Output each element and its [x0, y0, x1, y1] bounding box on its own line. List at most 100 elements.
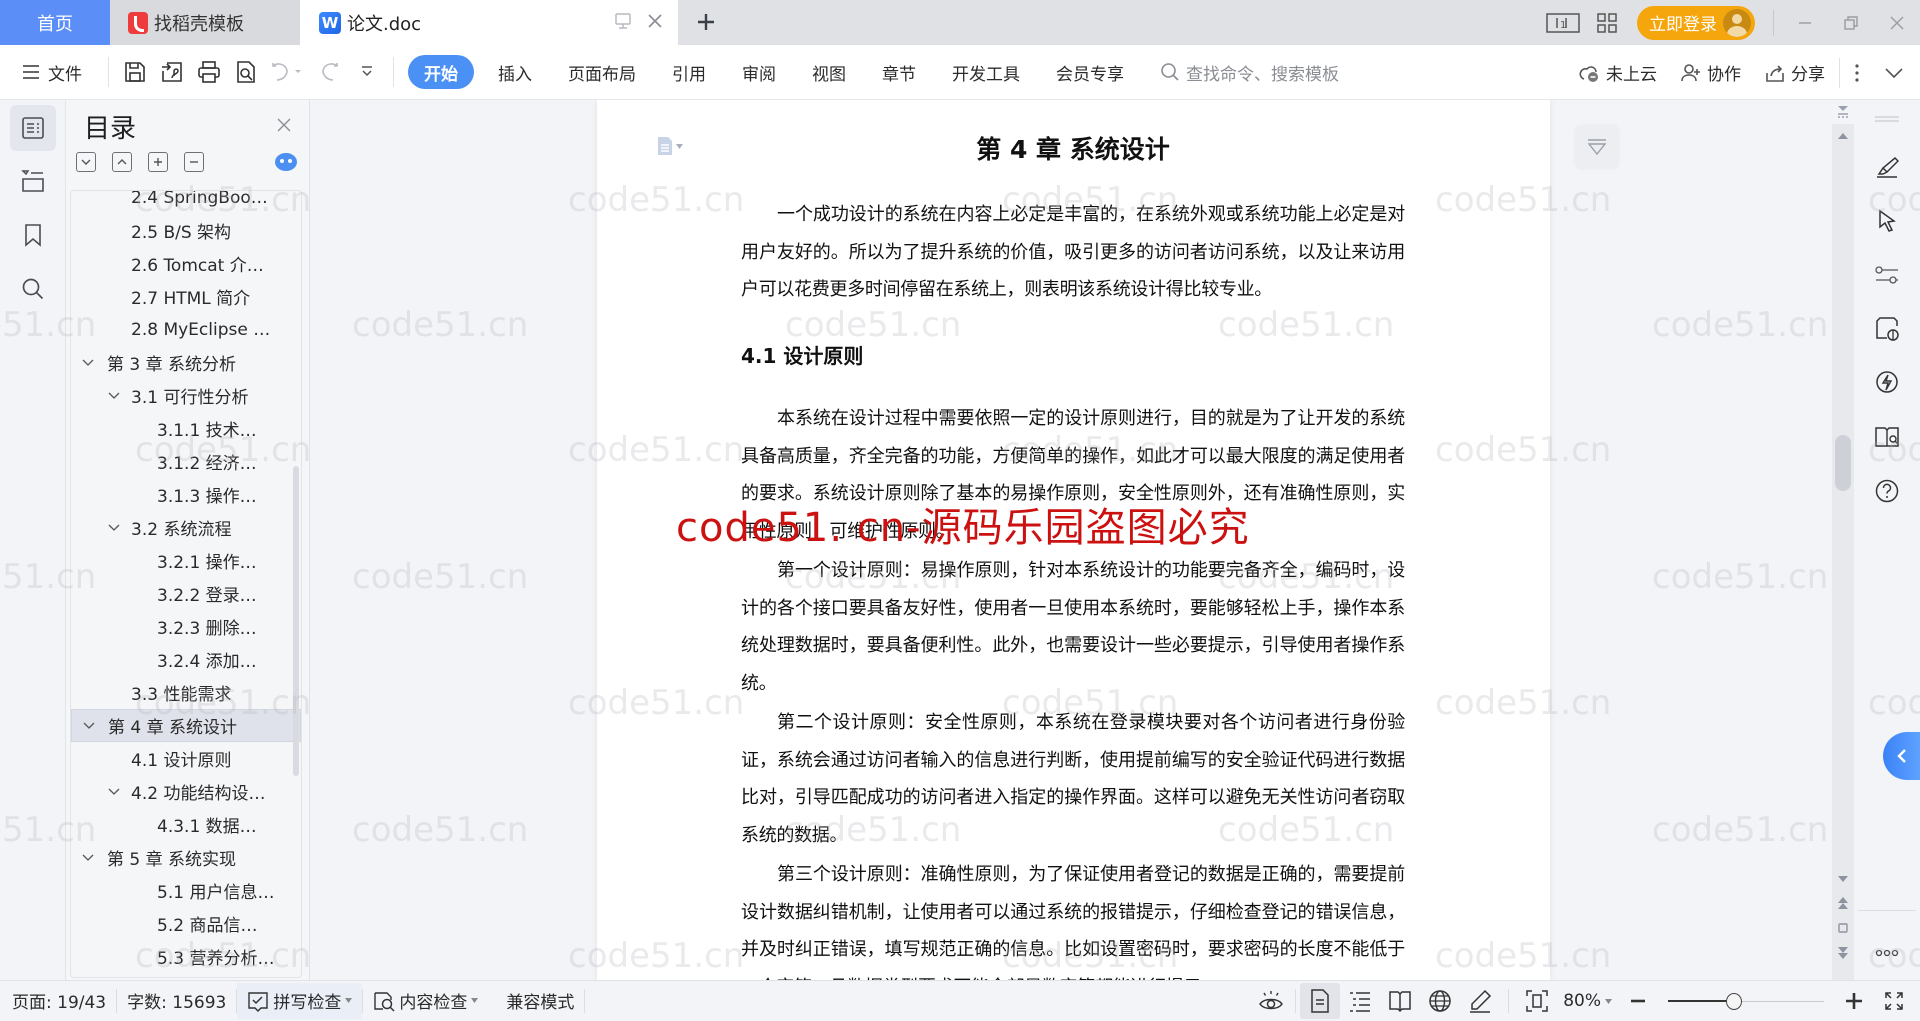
collaborate-button[interactable]: 协作	[1671, 56, 1751, 90]
print-preview-icon[interactable]	[228, 54, 264, 90]
select-browse-object-icon[interactable]	[1837, 922, 1849, 934]
scroll-up-arrow[interactable]	[1837, 130, 1849, 142]
toc-item[interactable]: 2.8 MyEclipse …	[71, 313, 301, 346]
previous-page-icon[interactable]	[1837, 897, 1849, 909]
fit-page-icon[interactable]	[1517, 983, 1557, 1019]
ai-assistant-icon[interactable]	[275, 153, 297, 171]
web-view-icon[interactable]	[1420, 983, 1460, 1019]
toc-item[interactable]: 第 5 章 系统实现	[71, 841, 301, 874]
tab-document[interactable]: W 论文.doc	[300, 0, 678, 45]
tab-home[interactable]: 首页	[0, 0, 110, 45]
collapse-ribbon-icon[interactable]	[1874, 56, 1920, 90]
close-window-button[interactable]	[1874, 0, 1920, 45]
rail-handle-icon[interactable]	[1870, 102, 1904, 136]
menu-tab-page-layout[interactable]: 页面布局	[550, 55, 654, 89]
login-button[interactable]: 立即登录	[1637, 5, 1755, 40]
collapse-all-icon[interactable]	[112, 152, 132, 172]
screen-share-icon[interactable]	[614, 12, 632, 30]
menu-tab-member[interactable]: 会员专享	[1038, 55, 1142, 89]
toc-item[interactable]: 3.1.1 技术…	[71, 412, 301, 445]
help-icon[interactable]	[1870, 474, 1904, 508]
template-store-icon[interactable]	[1870, 312, 1904, 346]
toc-item[interactable]: 5.3 营养分析…	[71, 940, 301, 973]
zoom-level-dropdown[interactable]: 80%	[1557, 983, 1618, 1019]
page-view-icon[interactable]	[1300, 983, 1341, 1019]
outline-view-icon[interactable]	[1340, 983, 1380, 1019]
apps-grid-icon[interactable]	[1589, 5, 1625, 41]
promote-level-icon[interactable]	[148, 152, 168, 172]
print-icon[interactable]	[191, 54, 227, 90]
navigation-panel-button[interactable]	[10, 158, 56, 204]
menu-tab-developer[interactable]: 开发工具	[934, 55, 1038, 89]
toc-item[interactable]: 第 4 章 系统设计	[71, 709, 301, 742]
toc-item[interactable]: 4.3.1 数据…	[71, 808, 301, 841]
write-mode-icon[interactable]	[1460, 983, 1500, 1019]
chevron-down-icon[interactable]	[107, 785, 121, 799]
undo-icon[interactable]	[265, 54, 311, 90]
content-check-button[interactable]: 内容检查	[363, 983, 488, 1019]
tab-daoke-templates[interactable]: 找稻壳模板	[110, 0, 300, 45]
chevron-down-icon[interactable]	[107, 521, 121, 535]
menu-tab-references[interactable]: 引用	[654, 55, 724, 89]
scrollbar-thumb[interactable]	[1835, 435, 1851, 491]
chevron-down-icon[interactable]	[107, 389, 121, 403]
adjust-settings-icon[interactable]	[1870, 258, 1904, 292]
toc-item[interactable]: 3.2.2 登录…	[71, 577, 301, 610]
chevron-down-icon[interactable]	[82, 719, 96, 733]
toc-item[interactable]: 2.7 HTML 简介	[71, 280, 301, 313]
toc-scrollbar[interactable]	[293, 466, 299, 776]
toc-item[interactable]: 4.1 设计原则	[71, 742, 301, 775]
toc-item[interactable]: 2.5 B/S 架构	[71, 214, 301, 247]
toc-item[interactable]: 2.6 Tomcat 介…	[71, 247, 301, 280]
spell-check-button[interactable]: 拼写检查	[237, 982, 363, 1019]
reading-search-icon[interactable]	[1870, 420, 1904, 454]
toc-item[interactable]: 3.1.2 经济…	[71, 445, 301, 478]
split-view-icon[interactable]	[1832, 100, 1854, 124]
export-pdf-icon[interactable]	[154, 54, 190, 90]
menu-tab-insert[interactable]: 插入	[480, 55, 550, 89]
zoom-slider-thumb[interactable]	[1725, 993, 1742, 1010]
eye-protection-icon[interactable]	[1251, 983, 1291, 1019]
scroll-down-arrow[interactable]	[1837, 873, 1849, 885]
toc-item[interactable]: 3.2.1 操作…	[71, 544, 301, 577]
more-tools-icon[interactable]	[1870, 936, 1904, 970]
menu-tab-chapter[interactable]: 章节	[864, 55, 934, 89]
expand-all-icon[interactable]	[76, 152, 96, 172]
next-page-icon[interactable]	[1837, 947, 1849, 959]
chevron-down-icon[interactable]	[81, 851, 95, 865]
close-icon[interactable]	[273, 114, 295, 136]
vertical-scrollbar[interactable]	[1832, 100, 1854, 980]
file-menu-button[interactable]: 文件	[22, 60, 108, 85]
demote-level-icon[interactable]	[184, 152, 204, 172]
close-tab-icon[interactable]	[646, 12, 664, 30]
more-options-icon[interactable]	[1844, 56, 1870, 90]
menu-tab-home[interactable]: 开始	[408, 55, 474, 89]
toc-item[interactable]: 3.2.3 删除…	[71, 610, 301, 643]
cloud-status-button[interactable]: 未上云	[1568, 56, 1667, 90]
zoom-slider[interactable]	[1668, 991, 1824, 1011]
customize-quick-access-icon[interactable]	[349, 54, 385, 90]
command-search-input[interactable]: 查找命令、搜索模板	[1160, 60, 1339, 85]
format-brush-icon[interactable]	[1870, 150, 1904, 184]
new-tab-button[interactable]	[690, 6, 722, 38]
share-button[interactable]: 分享	[1755, 56, 1835, 90]
toc-item[interactable]: 3.2 系统流程	[71, 511, 301, 544]
minimize-button[interactable]	[1782, 0, 1828, 45]
reading-layout-icon[interactable]: 1	[1545, 5, 1581, 41]
menu-tab-review[interactable]: 审阅	[724, 55, 794, 89]
save-icon[interactable]	[117, 54, 153, 90]
find-panel-button[interactable]	[10, 266, 56, 312]
toc-item[interactable]: 4.2 功能结构设…	[71, 775, 301, 808]
redo-icon[interactable]	[312, 54, 348, 90]
page-indicator[interactable]: 页面: 19/43	[0, 983, 116, 1019]
word-count-button[interactable]: 字数: 15693	[117, 983, 236, 1019]
toc-item[interactable]: 3.2.4 添加…	[71, 643, 301, 676]
toc-item[interactable]: 3.1.3 操作…	[71, 478, 301, 511]
zoom-in-button[interactable]	[1834, 983, 1874, 1019]
toc-item[interactable]: 5.2 商品信…	[71, 907, 301, 940]
toc-panel-button[interactable]	[10, 105, 56, 151]
toc-item[interactable]: 3.3 性能需求	[71, 676, 301, 709]
toc-item[interactable]: 第 3 章 系统分析	[71, 346, 301, 379]
zoom-out-button[interactable]	[1618, 983, 1658, 1019]
page-options-icon[interactable]	[657, 136, 683, 156]
